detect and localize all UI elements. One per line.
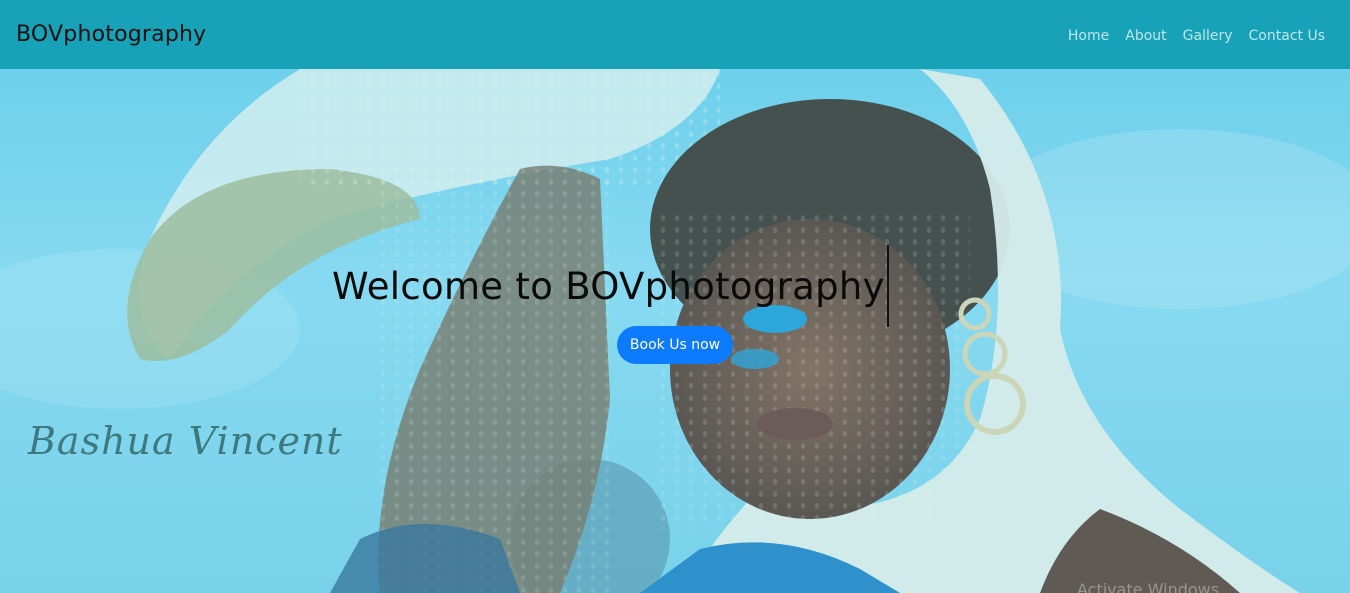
top-navbar: BOVphotography Home About Gallery Contac…	[0, 0, 1350, 69]
hero-heading-text: Welcome to BOVphotography	[332, 264, 885, 308]
nav-link-contact-us[interactable]: Contact Us	[1249, 28, 1325, 44]
hero-section: Bashua Vincent Welcome to BOVphotography…	[0, 69, 1350, 593]
photographer-signature: Bashua Vincent	[28, 419, 343, 463]
book-us-now-button[interactable]: Book Us now	[617, 326, 733, 364]
hero-content: Bashua Vincent Welcome to BOVphotography…	[0, 69, 1350, 593]
nav-link-gallery[interactable]: Gallery	[1183, 28, 1233, 44]
nav-links: Home About Gallery Contact Us	[1068, 28, 1325, 44]
hero-heading: Welcome to BOVphotography	[332, 245, 889, 327]
nav-link-home[interactable]: Home	[1068, 28, 1109, 44]
activate-windows-watermark: Activate Windows	[1077, 580, 1220, 593]
nav-link-about[interactable]: About	[1125, 28, 1166, 44]
brand-logo-link[interactable]: BOVphotography	[16, 22, 206, 47]
typing-cursor	[886, 245, 889, 327]
